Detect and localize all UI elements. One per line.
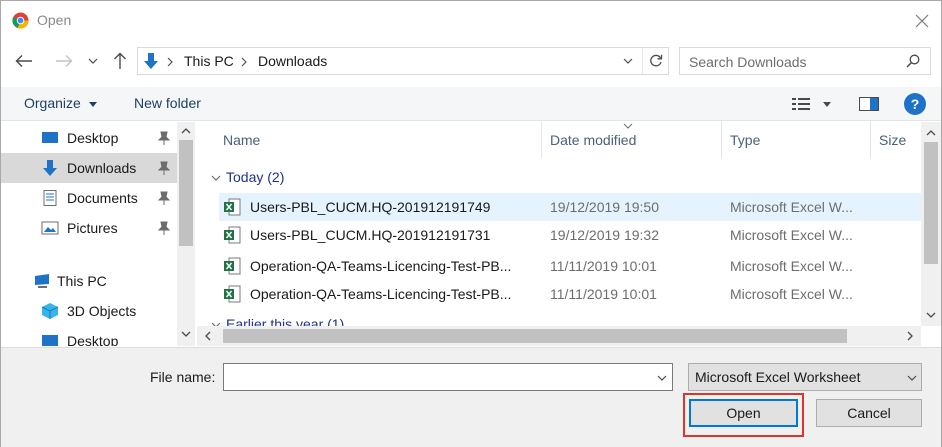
- cube-icon: [41, 303, 59, 319]
- command-toolbar: Organize New folder ?: [1, 87, 941, 121]
- chevron-down-icon: [623, 58, 633, 64]
- cancel-button[interactable]: Cancel: [816, 399, 922, 427]
- scroll-thumb[interactable]: [223, 329, 847, 343]
- file-type-value: Microsoft Excel Worksheet: [695, 369, 861, 385]
- chrome-icon: [12, 12, 29, 29]
- chevron-down-icon: [926, 312, 936, 318]
- navigation-pane-scrollbar[interactable]: [177, 122, 195, 346]
- chevron-down-icon: [657, 375, 667, 381]
- file-list: Name Date modified Type Size Today (2) U…: [197, 122, 921, 326]
- pin-icon: [158, 161, 170, 175]
- download-arrow-icon: [144, 53, 158, 69]
- organize-label: Organize: [24, 95, 81, 111]
- chevron-down-icon: [907, 375, 917, 381]
- preview-pane-button[interactable]: [858, 95, 880, 113]
- sidebar-item-desktop[interactable]: Desktop: [1, 123, 177, 153]
- excel-file-icon: [224, 226, 241, 244]
- refresh-icon: [649, 54, 662, 67]
- up-button[interactable]: [109, 50, 131, 72]
- title-bar: [1, 1, 941, 41]
- address-dropdown-button[interactable]: [616, 48, 640, 74]
- caret-down-icon: [88, 101, 97, 107]
- file-list-horizontal-scrollbar[interactable]: [197, 326, 921, 346]
- close-icon: [915, 14, 929, 28]
- change-view-button[interactable]: [789, 95, 833, 113]
- column-header-type[interactable]: Type: [722, 122, 871, 158]
- scroll-thumb[interactable]: [179, 140, 193, 246]
- file-name-label: File name:: [150, 369, 216, 385]
- help-button[interactable]: ?: [904, 93, 926, 115]
- download-arrow-icon: [43, 160, 57, 176]
- group-header-earlier-this-year[interactable]: Earlier this year (1): [211, 316, 344, 326]
- column-header-date-modified[interactable]: Date modified: [542, 122, 722, 158]
- question-mark-icon: ?: [910, 96, 920, 112]
- sidebar-item-documents[interactable]: Documents: [1, 183, 177, 213]
- documents-icon: [43, 190, 57, 206]
- desktop-icon: [42, 335, 58, 346]
- pictures-icon: [41, 221, 59, 235]
- file-name-field[interactable]: [223, 363, 673, 391]
- organize-button[interactable]: Organize: [24, 95, 97, 111]
- close-button[interactable]: [909, 9, 935, 33]
- sidebar-item-downloads[interactable]: Downloads: [1, 153, 177, 183]
- file-list-vertical-scrollbar[interactable]: [921, 122, 941, 326]
- column-header-name[interactable]: Name: [215, 122, 542, 158]
- computer-icon: [35, 274, 49, 288]
- column-header-size[interactable]: Size: [871, 122, 921, 158]
- file-type-select[interactable]: Microsoft Excel Worksheet: [688, 363, 922, 391]
- sidebar-item-this-pc[interactable]: This PC: [1, 266, 177, 296]
- window-title: Open: [37, 12, 72, 28]
- excel-file-icon: [224, 257, 241, 275]
- search-placeholder: Search Downloads: [689, 54, 807, 70]
- chevron-right-icon: [907, 331, 913, 341]
- pin-icon: [158, 221, 170, 235]
- chevron-up-icon: [926, 130, 936, 136]
- refresh-button[interactable]: [642, 48, 668, 74]
- preview-pane-icon: [859, 97, 879, 111]
- chevron-down-icon: [211, 175, 221, 182]
- chevron-down-icon: [181, 331, 191, 337]
- excel-file-icon: [224, 198, 241, 216]
- chevron-right-icon: [167, 57, 173, 67]
- arrow-left-icon: [15, 55, 32, 67]
- sort-chevron-icon: [623, 123, 633, 129]
- group-header-today[interactable]: Today (2): [211, 169, 284, 185]
- open-button[interactable]: Open: [689, 399, 798, 427]
- file-row[interactable]: Operation-QA-Teams-Licencing-Test-PB... …: [219, 280, 921, 308]
- chevron-right-icon: [241, 57, 247, 67]
- open-dialog: Open This PC Downloads Search Downloads …: [0, 0, 942, 447]
- arrow-right-icon: [56, 55, 73, 67]
- desktop-icon: [42, 132, 58, 143]
- forward-button[interactable]: [53, 50, 75, 72]
- file-row[interactable]: Operation-QA-Teams-Licencing-Test-PB... …: [219, 252, 921, 280]
- chevron-up-icon: [181, 128, 191, 134]
- file-row[interactable]: Users-PBL_CUCM.HQ-201912191731 19/12/201…: [219, 221, 921, 249]
- search-icon: [906, 54, 920, 68]
- details-view-icon: [792, 98, 810, 110]
- scroll-thumb[interactable]: [924, 142, 938, 264]
- back-button[interactable]: [13, 50, 35, 72]
- address-bar[interactable]: This PC Downloads: [137, 47, 669, 75]
- pin-icon: [158, 191, 170, 205]
- excel-file-icon: [224, 285, 241, 303]
- sidebar-item-desktop-2[interactable]: Desktop: [1, 326, 177, 346]
- sidebar-item-pictures[interactable]: Pictures: [1, 213, 177, 243]
- file-row[interactable]: Users-PBL_CUCM.HQ-201912191749 19/12/201…: [219, 193, 921, 221]
- navigation-pane: Desktop Downloads Documents Pictures Thi…: [1, 122, 195, 346]
- arrow-up-icon: [114, 52, 126, 69]
- pin-icon: [158, 131, 170, 145]
- recent-locations-button[interactable]: [85, 50, 101, 72]
- sidebar-item-3d-objects[interactable]: 3D Objects: [1, 296, 177, 326]
- breadcrumb-downloads[interactable]: Downloads: [258, 53, 327, 69]
- new-folder-button[interactable]: New folder: [134, 95, 201, 111]
- search-input[interactable]: Search Downloads: [679, 47, 931, 75]
- breadcrumb-this-pc[interactable]: This PC: [184, 53, 234, 69]
- chevron-down-icon: [88, 58, 98, 64]
- caret-down-icon: [823, 102, 831, 107]
- chevron-left-icon: [205, 331, 211, 341]
